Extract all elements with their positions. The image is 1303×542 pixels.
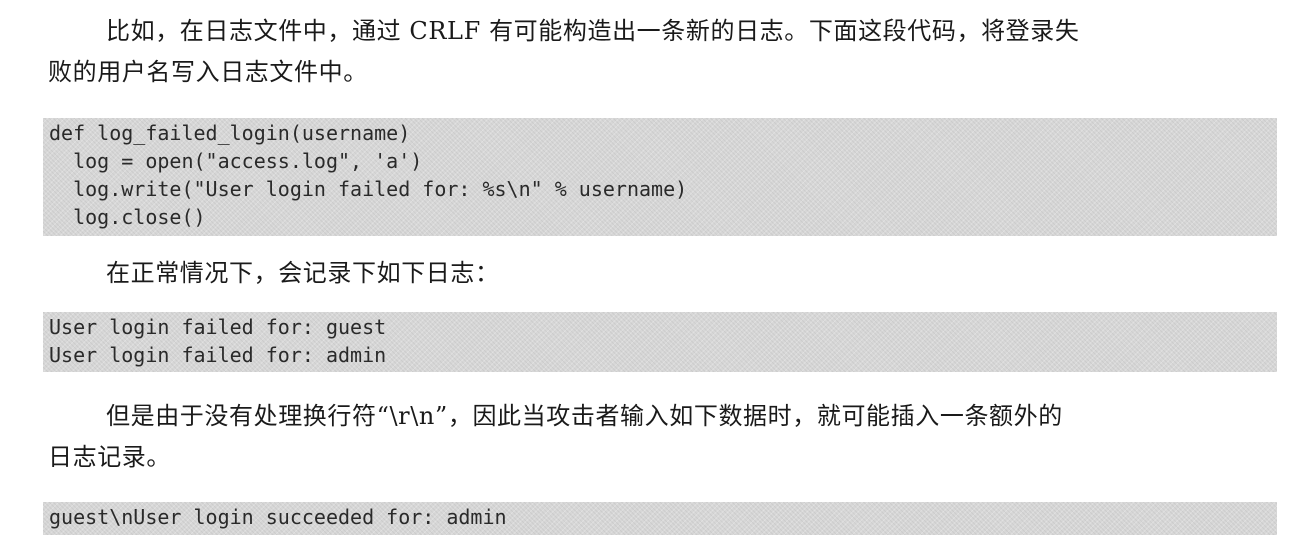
code-line: guest\nUser login succeeded for: admin [49,505,507,529]
code-line: log.write("User login failed for: %s\n" … [49,177,688,201]
paragraph-line: 在正常情况下，会记录下如下日志： [106,259,500,287]
code-line: log.close() [49,205,206,229]
paragraph-line: 比如，在日志文件中，通过 CRLF 有可能构造出一条新的日志。下面这段代码，将登… [106,17,1080,45]
paragraph-line: 败的用户名写入日志文件中。 [48,58,368,86]
code-block-normal-log-output: User login failed for: guest User login … [43,312,1277,372]
code-line: User login failed for: guest [49,315,387,339]
paragraph-line: 但是由于没有处理换行符“\r\n”，因此当攻击者输入如下数据时，就可能插入一条额… [106,402,1063,430]
code-block-log-failed-login: def log_failed_login(username) log = ope… [43,118,1277,236]
code-line: User login failed for: admin [49,343,387,367]
code-line: def log_failed_login(username) [49,121,411,145]
code-line: log = open("access.log", 'a') [49,149,423,173]
paragraph-crlf-intro: 比如，在日志文件中，通过 CRLF 有可能构造出一条新的日志。下面这段代码，将登… [48,11,1280,93]
code-block-injected-input: guest\nUser login succeeded for: admin [43,502,1277,535]
paragraph-injection-explanation: 但是由于没有处理换行符“\r\n”，因此当攻击者输入如下数据时，就可能插入一条额… [48,396,1280,478]
document-page: 比如，在日志文件中，通过 CRLF 有可能构造出一条新的日志。下面这段代码，将登… [0,0,1303,542]
paragraph-line: 日志记录。 [48,443,171,471]
paragraph-normal-log: 在正常情况下，会记录下如下日志： [48,253,1280,294]
